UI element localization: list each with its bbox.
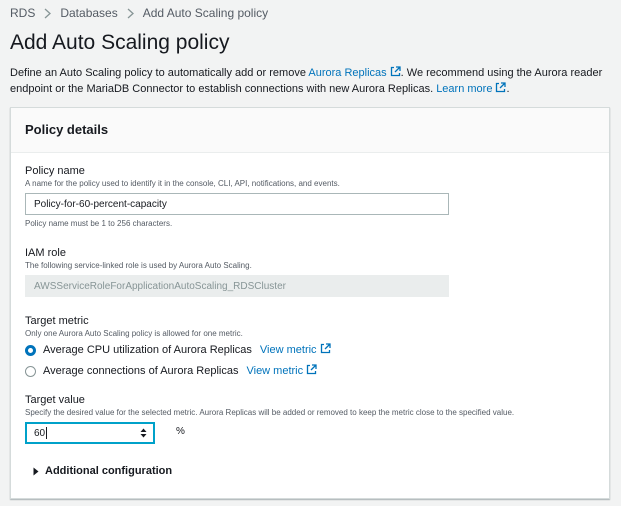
iam-role-input: AWSServiceRoleForApplicationAutoScaling_… bbox=[25, 275, 449, 297]
page-description: Define an Auto Scaling policy to automat… bbox=[10, 66, 610, 98]
metric-option-cpu[interactable]: Average CPU utilization of Aurora Replic… bbox=[25, 343, 331, 357]
policy-name-input[interactable]: Policy-for-60-percent-capacity bbox=[25, 193, 449, 215]
learn-more-link[interactable]: Learn more bbox=[436, 82, 507, 98]
target-value-label: Target value bbox=[25, 394, 85, 406]
additional-configuration-toggle[interactable]: Additional configuration bbox=[33, 465, 172, 477]
external-link-icon bbox=[320, 343, 331, 357]
page-title: Add Auto Scaling policy bbox=[10, 31, 230, 54]
iam-role-field: IAM role The following service-linked ro… bbox=[25, 247, 449, 297]
breadcrumb-current: Add Auto Scaling policy bbox=[142, 6, 269, 20]
aurora-replicas-link[interactable]: Aurora Replicas bbox=[308, 66, 401, 82]
target-value-row: 60 % bbox=[25, 422, 514, 444]
policy-name-field: Policy name A name for the policy used t… bbox=[25, 165, 449, 228]
metric-option-label: Average CPU utilization of Aurora Replic… bbox=[43, 344, 252, 356]
external-link-icon bbox=[495, 82, 507, 98]
external-link-icon bbox=[306, 364, 317, 378]
panel-header: Policy details bbox=[11, 108, 609, 153]
target-metric-hint: Only one Aurora Auto Scaling policy is a… bbox=[25, 329, 243, 338]
iam-role-label: IAM role bbox=[25, 247, 66, 259]
additional-configuration-label: Additional configuration bbox=[45, 465, 173, 477]
target-value-unit: % bbox=[176, 426, 185, 437]
target-value-stepper[interactable]: 60 bbox=[25, 422, 155, 444]
chevron-right-icon bbox=[127, 8, 134, 19]
radio-unselected[interactable] bbox=[25, 365, 36, 377]
external-link-icon bbox=[390, 66, 401, 82]
view-metric-link[interactable]: View metric bbox=[246, 364, 317, 378]
chevron-right-icon bbox=[44, 8, 52, 19]
target-value-text: 60 bbox=[34, 427, 46, 439]
metric-option-connections[interactable]: Average connections of Aurora Replicas V… bbox=[25, 364, 331, 378]
stepper-arrows-icon[interactable] bbox=[140, 428, 147, 438]
text-cursor bbox=[46, 427, 48, 439]
target-value-hint: Specify the desired value for the select… bbox=[25, 408, 515, 417]
target-value-field: Target value Specify the desired value f… bbox=[25, 394, 514, 444]
policy-name-label: Policy name bbox=[25, 165, 85, 177]
policy-details-panel: Policy details Policy name A name for th… bbox=[10, 107, 610, 499]
iam-role-hint: The following service-linked role is use… bbox=[25, 261, 252, 270]
panel-title: Policy details bbox=[25, 122, 109, 137]
policy-name-hint: A name for the policy used to identify i… bbox=[25, 179, 340, 188]
view-metric-link[interactable]: View metric bbox=[260, 343, 331, 357]
target-metric-field: Target metric Only one Aurora Auto Scali… bbox=[25, 315, 331, 378]
breadcrumb-rds[interactable]: RDS bbox=[10, 6, 35, 20]
target-metric-label: Target metric bbox=[25, 315, 89, 327]
desc-text-1: Define an Auto Scaling policy to automat… bbox=[10, 67, 309, 79]
radio-selected[interactable] bbox=[25, 344, 36, 356]
breadcrumb: RDS Databases Add Auto Scaling policy bbox=[10, 6, 268, 20]
caret-right-icon bbox=[33, 467, 39, 475]
breadcrumb-databases[interactable]: Databases bbox=[60, 6, 117, 20]
metric-option-label: Average connections of Aurora Replicas bbox=[43, 365, 239, 377]
policy-name-constraint: Policy name must be 1 to 256 characters. bbox=[25, 219, 173, 228]
